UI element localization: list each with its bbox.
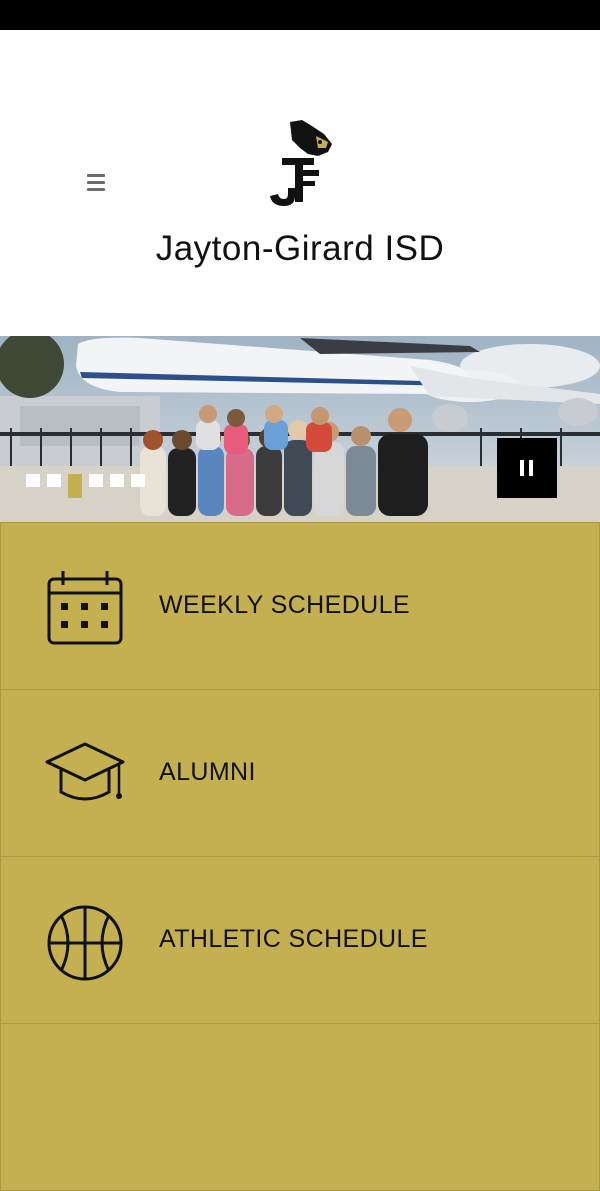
status-bar [0,0,600,30]
basketball-icon [47,905,123,981]
slide-dot-5[interactable] [110,474,124,487]
quick-link-athletic-schedule[interactable]: ATHLETIC SCHEDULE [0,857,600,1024]
pause-icon-bar [529,460,533,476]
menu-bar [87,174,105,177]
pause-icon [520,460,524,476]
graduation-cap-icon [45,742,125,801]
quick-link-label: ALUMNI [159,758,256,786]
slide-dot-4[interactable] [89,474,103,487]
site-title[interactable]: Jayton-Girard ISD [0,229,600,269]
quick-link-weekly-schedule[interactable]: WEEKLY SCHEDULE [0,522,600,690]
slide-dot-3-active[interactable] [68,474,82,498]
slideshow-pause-button[interactable] [497,438,557,498]
hamburger-menu-button[interactable] [84,170,110,196]
district-logo[interactable] [262,118,338,210]
menu-bar [87,181,105,184]
slide-dot-1[interactable] [26,474,40,487]
quick-link-4[interactable] [0,1024,600,1191]
quick-link-label: WEEKLY SCHEDULE [159,591,410,619]
calendar-icon [47,571,123,645]
menu-bar [87,188,105,191]
slide-dot-2[interactable] [47,474,61,487]
quick-links: WEEKLY SCHEDULE ALUMNI ATHLETIC SCHEDULE [0,522,600,1191]
quick-link-label: ATHLETIC SCHEDULE [159,925,428,953]
quick-link-alumni[interactable]: ALUMNI [0,690,600,857]
slide-dot-6[interactable] [131,474,145,487]
site-header: Jayton-Girard ISD [0,30,600,336]
